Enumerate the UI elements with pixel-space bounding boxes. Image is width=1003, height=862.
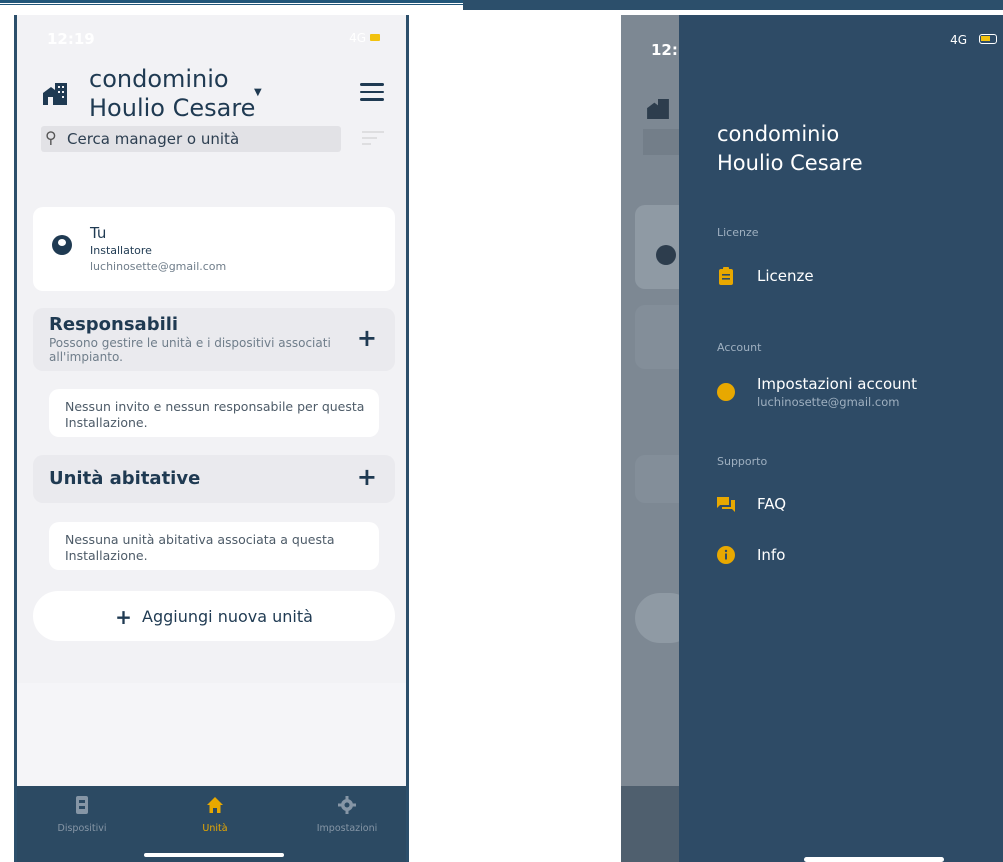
user-circle-icon: [52, 235, 72, 255]
responsabili-section: Responsabili Possono gestire le unità e …: [33, 308, 395, 371]
info-icon: [717, 546, 735, 564]
right-phone-screen: 12: 4G condominio Houlio Cesare Licenze …: [621, 15, 1003, 862]
battery-icon: [370, 34, 380, 41]
home-indicator: [144, 853, 284, 857]
status-bar: 12:19 4G: [17, 15, 406, 61]
screenshot-canvas: 12:19 4G condominio Houlio Cesare ▼ ⚲ Ce…: [0, 0, 1003, 862]
top-divider-left: [0, 0, 463, 3]
home-icon: [207, 797, 223, 813]
responsabili-title: Responsabili: [49, 314, 179, 335]
dimmed-background-content[interactable]: 12:: [621, 15, 681, 862]
responsabili-subtitle: Possono gestire le unità e i dispositivi…: [49, 336, 331, 364]
add-unita-plus-button[interactable]: +: [357, 463, 377, 491]
device-icon: [76, 796, 88, 814]
unita-empty-text: Nessuna unità abitativa associata a ques…: [65, 532, 335, 563]
chat-bubbles-icon: [717, 497, 735, 512]
user-role: Installatore: [90, 244, 152, 257]
content-bottom-area: [17, 683, 406, 786]
top-divider-right: [463, 0, 1003, 10]
ghost-time: 12:: [651, 41, 678, 59]
search-input-dimmed: [643, 129, 681, 155]
add-responsabile-button[interactable]: +: [357, 324, 377, 352]
user-circle-icon: [717, 383, 735, 401]
drawer-title-line-2: Houlio Cesare: [717, 151, 863, 175]
bottom-tab-bar: Dispositivi Unità Impostazioni: [17, 786, 406, 862]
user-circle-icon-dimmed: [656, 245, 676, 265]
top-divider-left-thin: [0, 4, 463, 5]
section-header-supporto: Supporto: [717, 455, 768, 468]
tab-impostazioni[interactable]: Impostazioni: [287, 786, 406, 846]
app-header: condominio Houlio Cesare ▼ ⚲ Cerca manag…: [17, 61, 406, 171]
drawer-title-line-1: condominio: [717, 122, 840, 146]
hamburger-menu-icon[interactable]: [360, 83, 384, 101]
side-drawer: 4G condominio Houlio Cesare Licenze Lice…: [679, 15, 1003, 862]
responsabili-empty-text: Nessun invito e nessun responsabile per …: [65, 399, 365, 430]
tab-dispositivi[interactable]: Dispositivi: [22, 786, 142, 846]
user-email: luchinosette@gmail.com: [90, 260, 227, 273]
responsabili-empty-note: Nessun invito e nessun responsabile per …: [49, 389, 379, 437]
add-unit-dimmed: [635, 593, 681, 643]
drawer-network-indicator: 4G: [950, 33, 967, 47]
drawer-item-faq-label: FAQ: [757, 495, 787, 513]
building-icon-dimmed: [647, 99, 669, 119]
drawer-battery-icon: [979, 34, 997, 44]
installation-title-button[interactable]: condominio Houlio Cesare: [89, 65, 255, 123]
filter-icon[interactable]: [362, 131, 384, 147]
add-new-unit-button[interactable]: + Aggiungi nuova unità: [33, 591, 395, 641]
tab-unita[interactable]: Unità: [155, 786, 275, 846]
current-user-card[interactable]: Tu Installatore luchinosette@gmail.com: [33, 207, 395, 291]
left-phone-screen: 12:19 4G condominio Houlio Cesare ▼ ⚲ Ce…: [14, 15, 409, 862]
clipboard-icon: [719, 267, 733, 285]
unita-title: Unità abitative: [49, 468, 201, 489]
add-new-unit-label: + Aggiungi nuova unità: [33, 605, 395, 629]
status-time: 12:19: [47, 30, 95, 48]
unita-dimmed: [635, 455, 681, 503]
search-placeholder: Cerca manager o unità: [67, 130, 240, 148]
tabbar-dimmed: [621, 786, 681, 862]
responsabili-dimmed: [635, 305, 681, 369]
building-icon: [43, 83, 67, 105]
drawer-item-account-email: luchinosette@gmail.com: [757, 395, 900, 409]
title-line-2: Houlio Cesare: [89, 94, 256, 122]
tab-unita-label: Unità: [202, 823, 228, 834]
tab-impostazioni-label: Impostazioni: [316, 823, 378, 834]
drawer-item-info-label: Info: [757, 546, 786, 564]
section-header-licenze: Licenze: [717, 226, 759, 239]
search-input[interactable]: ⚲ Cerca manager o unità: [41, 126, 341, 152]
network-indicator: 4G: [349, 31, 366, 45]
unita-empty-note: Nessuna unità abitativa associata a ques…: [49, 522, 379, 570]
add-new-unit-text: Aggiungi nuova unità: [142, 607, 313, 626]
search-icon: ⚲: [45, 128, 57, 147]
chevron-down-icon[interactable]: ▼: [254, 87, 262, 98]
user-name: Tu: [90, 224, 107, 242]
drawer-item-licenze-label: Licenze: [757, 267, 814, 285]
drawer-title: condominio Houlio Cesare: [717, 120, 863, 178]
section-header-account: Account: [717, 341, 762, 354]
tab-dispositivi-label: Dispositivi: [57, 823, 107, 834]
drawer-item-account-label: Impostazioni account: [757, 375, 918, 393]
title-line-1: condominio: [89, 65, 229, 93]
unita-section: Unità abitative +: [33, 455, 395, 503]
drawer-home-indicator: [804, 857, 944, 862]
plus-icon: +: [115, 605, 132, 629]
gear-icon: [338, 796, 356, 814]
